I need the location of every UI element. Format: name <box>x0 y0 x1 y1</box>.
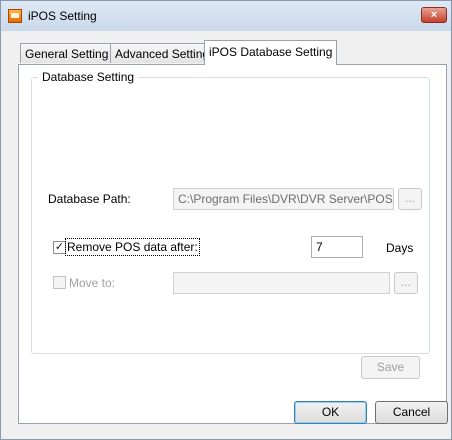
database-path-label: Database Path: <box>48 192 131 206</box>
database-setting-group: Database Setting Database Path: C:\Progr… <box>31 70 430 354</box>
remove-days-input[interactable]: 7 <box>311 236 363 258</box>
remove-pos-data-checkbox[interactable]: ✓ <box>53 241 66 254</box>
app-icon <box>8 9 22 23</box>
remove-pos-data-label[interactable]: Remove POS data after: <box>65 238 200 256</box>
ipos-setting-window: iPOS Setting × General Setting Advanced … <box>0 0 452 440</box>
ok-button[interactable]: OK <box>294 401 367 424</box>
tab-advanced-setting[interactable]: Advanced Setting <box>110 43 215 63</box>
dialog-client-area: General Setting Advanced Setting iPOS Da… <box>8 31 448 431</box>
window-title: iPOS Setting <box>28 9 97 23</box>
database-path-browse-button[interactable]: ... <box>398 188 422 210</box>
days-unit-label: Days <box>386 241 414 255</box>
move-to-checkbox[interactable] <box>53 276 66 289</box>
close-button[interactable]: × <box>421 7 447 23</box>
tab-general-setting[interactable]: General Setting <box>20 43 114 63</box>
title-bar[interactable]: iPOS Setting × <box>1 1 451 31</box>
tab-panel-database: Database Setting Database Path: C:\Progr… <box>18 64 447 424</box>
database-path-field[interactable]: C:\Program Files\DVR\DVR Server\POSDB <box>173 188 394 210</box>
group-title: Database Setting <box>38 70 139 84</box>
move-to-label: Move to: <box>69 276 116 290</box>
save-button[interactable]: Save <box>361 356 420 379</box>
checkmark-icon: ✓ <box>54 241 65 253</box>
cancel-button[interactable]: Cancel <box>375 401 448 424</box>
move-to-path-field[interactable] <box>173 272 390 294</box>
move-to-browse-button[interactable]: ... <box>394 272 418 294</box>
tab-ipos-database-setting[interactable]: iPOS Database Setting <box>204 40 338 65</box>
